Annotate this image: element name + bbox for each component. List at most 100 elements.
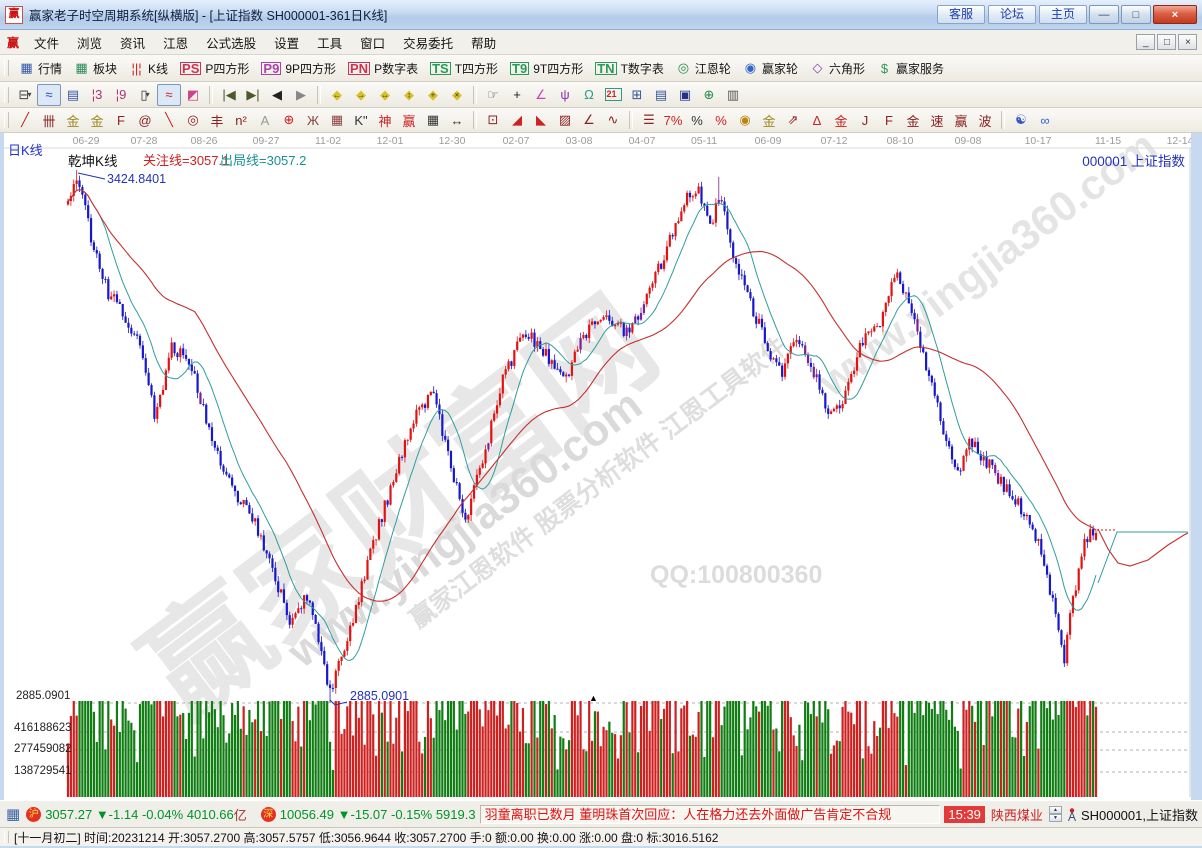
customer-service-button[interactable]: 客服	[936, 5, 985, 24]
box-select-tool[interactable]: ⊡	[481, 109, 505, 131]
percent-7-tool[interactable]: 7%	[661, 109, 685, 131]
quote-table-icon[interactable]: ▦	[6, 805, 20, 823]
n-square-tool[interactable]: n²	[229, 109, 253, 131]
angle-wave-tool[interactable]: 波	[973, 109, 997, 131]
gold-line-tool[interactable]: 金	[757, 109, 781, 131]
print-button[interactable]: ▥	[721, 84, 745, 106]
small-chart-3-button[interactable]: ¦3	[85, 84, 109, 106]
candle-type-button[interactable]: ▯ ▾	[133, 84, 157, 106]
mirror-tool[interactable]: A	[253, 109, 277, 131]
gann-wheel-button[interactable]: ◎ 江恩轮	[670, 59, 737, 78]
angle-lines-tool[interactable]: ∠	[577, 109, 601, 131]
taichi-tool[interactable]: ☯	[1009, 109, 1033, 131]
time-ruler-tool[interactable]: 卌	[37, 109, 61, 131]
gann-compass-tool[interactable]: ⊕	[277, 109, 301, 131]
chart-panel[interactable]: 赢家财富网 赢家江恩软件 股票分析软件 江恩工具软件 www.yingjia360.…	[4, 133, 1191, 800]
menu-item-帮助[interactable]: 帮助	[462, 31, 505, 54]
9t-square-button[interactable]: T9 9T四方形	[504, 59, 589, 78]
9p-square-button[interactable]: P9 9P四方形	[255, 59, 342, 78]
infinity-tool[interactable]: ∞	[1033, 109, 1057, 131]
colored-kline-button[interactable]: ◩	[181, 84, 205, 106]
gann-box-tool[interactable]: Δ	[805, 109, 829, 131]
spider-web-tool[interactable]: Ж	[301, 109, 325, 131]
fan-lines-tool[interactable]: ◢	[505, 109, 529, 131]
child-minimize-button[interactable]: _	[1136, 34, 1155, 50]
square-web-tool[interactable]: ▦	[325, 109, 349, 131]
expand-both-button[interactable]: ◆ ↕	[397, 84, 421, 106]
notepad-button[interactable]: ▤	[649, 84, 673, 106]
small-chart-9-button[interactable]: ¦9	[109, 84, 133, 106]
forum-button[interactable]: 论坛	[987, 5, 1036, 24]
dense-ruler-tool[interactable]: 丰	[205, 109, 229, 131]
compress-right-button[interactable]: ◆ →	[349, 84, 373, 106]
angle-pen-tool[interactable]: ⇗	[781, 109, 805, 131]
qiankun-wave-button[interactable]: ≈	[37, 83, 61, 106]
menu-item-公式选股[interactable]: 公式选股	[197, 31, 265, 54]
gold-ratio-v-tool[interactable]: 金	[85, 109, 109, 131]
child-close-button[interactable]: ×	[1178, 34, 1197, 50]
f10-info-button[interactable]: ▤	[61, 84, 85, 106]
price-ladder-tool[interactable]: ☰	[637, 109, 661, 131]
angle-f-tool[interactable]: F	[877, 109, 901, 131]
menu-item-文件[interactable]: 文件	[25, 31, 68, 54]
save-button[interactable]: ▣	[673, 84, 697, 106]
zoom-in-button[interactable]: ◆ +	[421, 84, 445, 106]
child-restore-button[interactable]: □	[1157, 34, 1176, 50]
wave-zigzag-tool[interactable]: ∿	[601, 109, 625, 131]
spinner-up-button[interactable]: ▲	[1048, 806, 1062, 814]
gann-shape-button[interactable]: ψ	[553, 84, 577, 106]
p-square-button[interactable]: PS P四方形	[174, 59, 255, 78]
percent-line-tool[interactable]: %	[709, 109, 733, 131]
circle-cycle-tool[interactable]: ◎	[181, 109, 205, 131]
first-page-button[interactable]: |◀	[217, 84, 241, 106]
last-page-button[interactable]: ▶|	[241, 84, 265, 106]
sectors-button[interactable]: ▦ 板块	[68, 59, 123, 78]
menu-item-浏览[interactable]: 浏览	[68, 31, 111, 54]
maximize-button[interactable]: □	[1121, 5, 1151, 24]
spiral-tool[interactable]: @	[133, 109, 157, 131]
menu-item-资讯[interactable]: 资讯	[111, 31, 154, 54]
menu-item-窗口[interactable]: 窗口	[351, 31, 394, 54]
p-number-table-button[interactable]: PN P数字表	[342, 59, 424, 78]
fib-tool[interactable]: F	[109, 109, 133, 131]
calendar-button[interactable]: 21	[601, 84, 625, 106]
span-arrows-tool[interactable]: ↔	[445, 109, 469, 131]
win-tool[interactable]: 赢	[397, 109, 421, 131]
angle-measure-button[interactable]: ∠	[529, 84, 553, 106]
menu-item-江恩[interactable]: 江恩	[154, 31, 197, 54]
winner-service-button[interactable]: $ 赢家服务	[871, 59, 950, 78]
k-count-tool[interactable]: K"	[349, 109, 373, 131]
t-square-button[interactable]: TS T四方形	[424, 59, 504, 78]
angle-speed-tool[interactable]: 速	[925, 109, 949, 131]
number-grid-tool[interactable]: ▦	[421, 109, 445, 131]
shen-tool[interactable]: 神	[373, 109, 397, 131]
zoom-out-button[interactable]: ◆ ×	[445, 84, 469, 106]
angle-j-tool[interactable]: J	[853, 109, 877, 131]
gold-red-box-tool[interactable]: 金	[829, 109, 853, 131]
winner-wheel-button[interactable]: ◉ 赢家轮	[737, 59, 804, 78]
wave-highlight-button[interactable]: ≈	[157, 83, 181, 106]
compress-both-button[interactable]: ◆ ↔	[373, 84, 397, 106]
layout-toggle-button[interactable]: ⊟ ▾	[13, 84, 37, 106]
t-number-table-button[interactable]: TN T数字表	[589, 59, 670, 78]
gold-ratio-h-tool[interactable]: 金	[61, 109, 85, 131]
hand-drag-button[interactable]: ☞	[481, 84, 505, 106]
fan-grid-tool[interactable]: ◣	[529, 109, 553, 131]
shaded-box-tool[interactable]: ▨	[553, 109, 577, 131]
angle-win-tool[interactable]: 赢	[949, 109, 973, 131]
percent-tool[interactable]: %	[685, 109, 709, 131]
web-tool-button[interactable]: ⊕	[697, 84, 721, 106]
hexagon-button[interactable]: ◇ 六角形	[804, 59, 871, 78]
next-candle-button[interactable]: ▶	[289, 84, 313, 106]
hot-stock-link[interactable]: 陕西煤业	[991, 805, 1043, 824]
angle-gold-tool[interactable]: 金	[901, 109, 925, 131]
brush-tool[interactable]: ╱	[13, 109, 37, 131]
minimize-button[interactable]: —	[1089, 5, 1119, 24]
cycle-shape-button[interactable]: Ω	[577, 84, 601, 106]
prev-candle-button[interactable]: ◀	[265, 84, 289, 106]
pen-measure-tool[interactable]: ╲	[157, 109, 181, 131]
gold-coin-tool[interactable]: ◉	[733, 109, 757, 131]
menu-item-设置[interactable]: 设置	[265, 31, 308, 54]
menu-item-工具[interactable]: 工具	[308, 31, 351, 54]
kline-button[interactable]: ¦|¦ K线	[123, 59, 174, 78]
